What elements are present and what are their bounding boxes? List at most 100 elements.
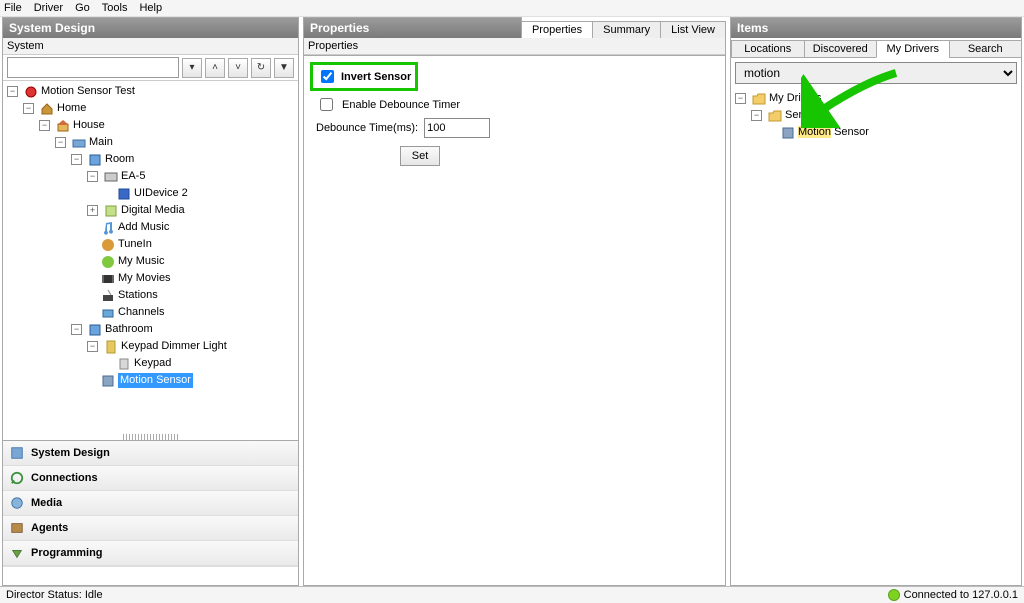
stations-icon bbox=[101, 289, 115, 303]
tree-house[interactable]: House bbox=[73, 118, 105, 133]
collapse-icon[interactable]: − bbox=[7, 86, 18, 97]
drivers-motionsensor[interactable]: Motion Sensor bbox=[798, 125, 869, 140]
tree-room[interactable]: Room bbox=[105, 152, 134, 167]
menubar: File Driver Go Tools Help bbox=[0, 0, 1024, 17]
tree-main[interactable]: Main bbox=[89, 135, 113, 150]
prog-icon bbox=[9, 545, 25, 561]
tree-home[interactable]: Home bbox=[57, 101, 86, 116]
nav-media[interactable]: Media bbox=[3, 491, 298, 516]
debounce-enable-checkbox[interactable] bbox=[320, 98, 333, 111]
tree-mymovies[interactable]: My Movies bbox=[118, 271, 171, 286]
refresh-button[interactable]: ↻ bbox=[251, 58, 271, 78]
collapse-icon[interactable]: − bbox=[39, 120, 50, 131]
tree-root[interactable]: Motion Sensor Test bbox=[41, 84, 135, 99]
dropdown-button[interactable]: ▾ bbox=[182, 58, 202, 78]
tree-addmusic[interactable]: Add Music bbox=[118, 220, 169, 235]
menu-tools[interactable]: Tools bbox=[102, 2, 128, 14]
folder-icon bbox=[752, 92, 766, 106]
menu-driver[interactable]: Driver bbox=[34, 2, 63, 14]
room-icon bbox=[88, 153, 102, 167]
agents-icon bbox=[9, 520, 25, 536]
media-nav-icon bbox=[9, 495, 25, 511]
tree-mymusic[interactable]: My Music bbox=[118, 254, 164, 269]
collapse-icon[interactable]: − bbox=[87, 341, 98, 352]
menu-go[interactable]: Go bbox=[75, 2, 90, 14]
media-icon bbox=[104, 204, 118, 218]
debounce-enable-label: Enable Debounce Timer bbox=[342, 99, 460, 111]
collapse-icon[interactable]: − bbox=[71, 324, 82, 335]
properties-title: Properties bbox=[303, 17, 522, 38]
house-icon bbox=[56, 119, 70, 133]
nav-system-design[interactable]: System Design bbox=[3, 441, 298, 466]
nav-programming[interactable]: Programming bbox=[3, 541, 298, 566]
tree-search-input[interactable] bbox=[7, 57, 179, 78]
floor-icon bbox=[72, 136, 86, 150]
debounce-time-input[interactable] bbox=[424, 118, 490, 138]
tree-stations[interactable]: Stations bbox=[118, 288, 158, 303]
keypad-icon bbox=[104, 340, 118, 354]
project-tree[interactable]: −Motion Sensor Test −Home −House −Main −… bbox=[3, 81, 298, 434]
nav-connections[interactable]: Connections bbox=[3, 466, 298, 491]
drivers-tree[interactable]: −My Drivers −Sensors Motion Sensor bbox=[731, 88, 1021, 585]
tree-bathroom[interactable]: Bathroom bbox=[105, 322, 153, 337]
left-toolbar: ▾ ˄ ˅ ↻ ▼ bbox=[3, 55, 298, 81]
menu-file[interactable]: File bbox=[4, 2, 22, 14]
collapse-icon[interactable]: − bbox=[751, 110, 762, 121]
collapse-icon[interactable]: − bbox=[735, 93, 746, 104]
menu-help[interactable]: Help bbox=[139, 2, 162, 14]
expand-icon[interactable]: + bbox=[87, 205, 98, 216]
collapse-icon[interactable]: − bbox=[23, 103, 34, 114]
system-design-title: System Design bbox=[3, 18, 298, 38]
collapse-icon[interactable]: − bbox=[71, 154, 82, 165]
tab-summary[interactable]: Summary bbox=[592, 21, 661, 38]
properties-subheader: Properties bbox=[304, 38, 725, 55]
up-button[interactable]: ˄ bbox=[205, 58, 225, 78]
items-tabs: Locations Discovered My Drivers Search bbox=[731, 40, 1021, 58]
invert-sensor-label: Invert Sensor bbox=[341, 71, 411, 83]
project-icon bbox=[24, 85, 38, 99]
tree-digitalmedia[interactable]: Digital Media bbox=[121, 203, 185, 218]
tab-locations[interactable]: Locations bbox=[731, 40, 805, 58]
tree-keypad[interactable]: Keypad bbox=[134, 356, 171, 371]
tree-uidevice[interactable]: UIDevice 2 bbox=[134, 186, 188, 201]
status-bar: Director Status: Idle Connected to 127.0… bbox=[0, 586, 1024, 603]
tree-tunein[interactable]: TuneIn bbox=[118, 237, 152, 252]
mymusic-icon bbox=[101, 255, 115, 269]
music-icon bbox=[101, 221, 115, 235]
director-status: Director Status: Idle bbox=[6, 589, 103, 601]
tree-motionsensor[interactable]: Motion Sensor bbox=[118, 373, 193, 388]
tab-mydrivers[interactable]: My Drivers bbox=[876, 40, 950, 58]
system-design-panel: System Design System ▾ ˄ ˅ ↻ ▼ −Motion S… bbox=[2, 17, 299, 586]
items-title: Items bbox=[731, 18, 1021, 38]
collapse-icon[interactable]: − bbox=[55, 137, 66, 148]
items-panel: Items Locations Discovered My Drivers Se… bbox=[730, 17, 1022, 586]
sd-icon bbox=[9, 445, 25, 461]
drivers-sensors[interactable]: Sensors bbox=[785, 108, 825, 123]
system-subheader: System bbox=[3, 38, 298, 55]
sensor-icon bbox=[781, 126, 795, 140]
tree-ea5[interactable]: EA-5 bbox=[121, 169, 145, 184]
tab-properties[interactable]: Properties bbox=[521, 21, 593, 38]
tab-discovered[interactable]: Discovered bbox=[804, 40, 878, 58]
drivers-root[interactable]: My Drivers bbox=[769, 91, 822, 106]
collapse-icon[interactable]: − bbox=[87, 171, 98, 182]
tab-listview[interactable]: List View bbox=[660, 21, 726, 38]
tree-channels[interactable]: Channels bbox=[118, 305, 164, 320]
movies-icon bbox=[101, 272, 115, 286]
tab-search[interactable]: Search bbox=[949, 40, 1023, 58]
sensor-icon bbox=[101, 374, 115, 388]
invert-sensor-highlight: Invert Sensor bbox=[310, 62, 418, 91]
tree-keypaddimmer[interactable]: Keypad Dimmer Light bbox=[121, 339, 227, 354]
room-icon bbox=[88, 323, 102, 337]
home-icon bbox=[40, 102, 54, 116]
nav-list: System Design Connections Media Agents P… bbox=[3, 440, 298, 585]
conn-icon bbox=[9, 470, 25, 486]
controller-icon bbox=[104, 170, 118, 184]
nav-agents[interactable]: Agents bbox=[3, 516, 298, 541]
filter-button[interactable]: ▼ bbox=[274, 58, 294, 78]
driver-search-select[interactable]: motion bbox=[735, 62, 1017, 84]
debounce-time-label: Debounce Time(ms): bbox=[316, 122, 418, 134]
down-button[interactable]: ˅ bbox=[228, 58, 248, 78]
invert-sensor-checkbox[interactable] bbox=[321, 70, 334, 83]
set-button[interactable]: Set bbox=[400, 146, 440, 166]
